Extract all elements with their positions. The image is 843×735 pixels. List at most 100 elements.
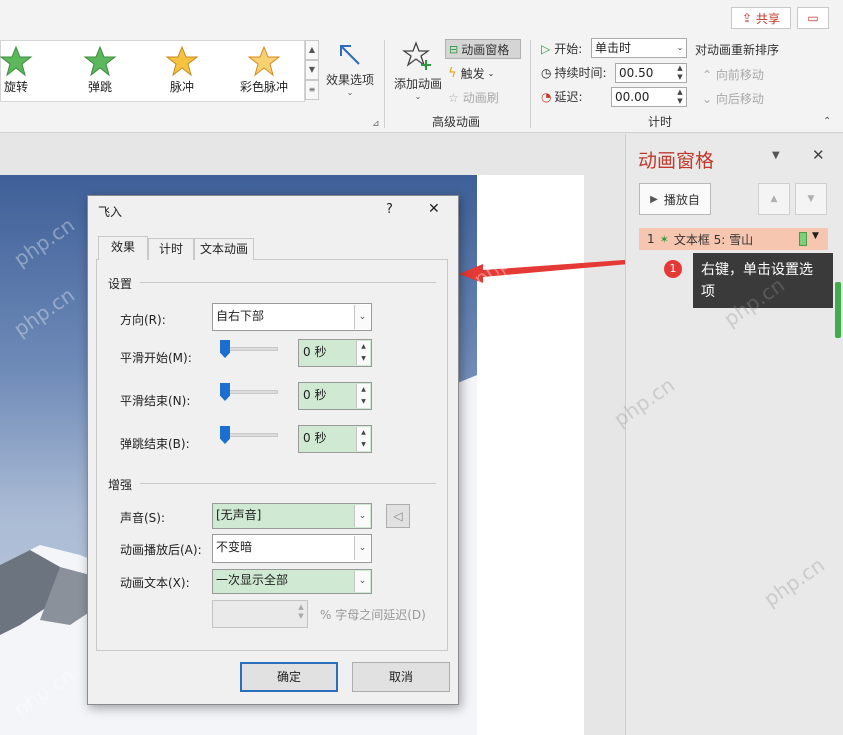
play-from-button[interactable]: ▶ 播放自: [639, 183, 711, 215]
bounce-end-label: 弹跳结束(B):: [120, 437, 190, 451]
group-label-timing: 计时: [648, 115, 673, 129]
chevron-up-icon: ⌃: [702, 68, 716, 82]
divider: [140, 483, 436, 484]
arrow-up-left-icon: [340, 45, 360, 65]
animation-pane-button[interactable]: ⊟ 动画窗格: [445, 39, 521, 59]
timeline-bar: [799, 232, 807, 246]
delay-row: ◔ 延迟:: [541, 89, 583, 105]
duration-input[interactable]: 00.50 ▲ ▼: [615, 63, 687, 83]
smooth-end-slider[interactable]: [222, 390, 278, 394]
chevron-down-icon: ⌄: [354, 505, 370, 527]
group-enhance: 增强: [108, 478, 133, 492]
after-animation-label: 动画播放后(A):: [120, 543, 202, 557]
animation-item[interactable]: 1 ✶ 文本框 5: 雪山 ▼: [639, 228, 828, 250]
group-label-advanced: 高级动画: [432, 115, 481, 129]
chevron-down-icon: ⌄: [354, 536, 370, 560]
smooth-end-input[interactable]: 0 秒 ▲ ▼: [298, 382, 372, 410]
divider: [384, 40, 385, 128]
trigger-button[interactable]: ϟ 触发 ⌄: [448, 65, 494, 82]
pane-options-icon[interactable]: ▼: [772, 150, 780, 161]
bounce-end-input[interactable]: 0 秒 ▲ ▼: [298, 425, 372, 453]
share-icon: ⇪: [741, 11, 753, 25]
gallery-item-pulse[interactable]: 脉冲: [151, 45, 213, 99]
spin-arrows-icon: ▲ ▼: [677, 64, 683, 81]
animation-pane-icon: ⊟: [449, 42, 459, 56]
gallery-scroll-down[interactable]: ▼: [305, 60, 319, 80]
gallery-item-color-pulse[interactable]: 彩色脉冲: [233, 45, 295, 99]
color-pulse-star-icon: [247, 45, 281, 77]
add-star-icon: [401, 41, 431, 70]
ok-button[interactable]: 确定: [240, 662, 338, 692]
play-triangle-icon: ▷: [541, 41, 551, 56]
effect-options-button[interactable]: 效果选项 ⌄: [324, 42, 376, 97]
group-settings: 设置: [108, 277, 133, 291]
animate-text-label: 动画文本(X):: [120, 576, 190, 590]
sound-label: 声音(S):: [120, 511, 166, 525]
scroll-indicator: [835, 282, 841, 338]
dialog-title: 飞入: [98, 205, 123, 219]
start-row: ▷ 开始:: [541, 41, 583, 57]
move-down-button[interactable]: ▼: [795, 183, 827, 215]
animation-painter-button[interactable]: ☆ 动画刷: [448, 89, 499, 106]
divider: [140, 282, 436, 283]
pane-close-icon[interactable]: ✕: [812, 146, 825, 164]
smooth-start-slider[interactable]: [222, 347, 278, 351]
spin-arrows-icon: ▲ ▼: [356, 427, 370, 451]
add-animation-button[interactable]: 添加动画 ⌄: [392, 40, 444, 101]
comments-button[interactable]: ▭: [797, 7, 829, 29]
reorder-title: 对动画重新排序: [695, 43, 780, 57]
dialog-launcher-icon[interactable]: ⊿: [372, 119, 380, 129]
chevron-down-icon: ⌄: [487, 69, 495, 78]
spin-arrows-icon: ▲ ▼: [356, 384, 370, 408]
spin-star-icon: [0, 45, 33, 77]
pulse-star-icon: [165, 45, 199, 77]
collapse-ribbon-icon[interactable]: ⌃: [823, 116, 831, 127]
tab-effect[interactable]: 效果: [98, 236, 148, 260]
move-earlier-button[interactable]: ⌃ 向前移动: [702, 66, 764, 83]
help-button[interactable]: ?: [386, 202, 393, 217]
item-dropdown-icon[interactable]: ▼: [812, 231, 819, 241]
after-animation-select[interactable]: 不变暗 ⌄: [212, 534, 372, 563]
move-up-button[interactable]: ▲: [758, 183, 790, 215]
fly-in-dialog: 飞入 ? ✕ 效果 计时 文本动画 设置 方向(R): 自右下部 ⌄ 平滑开始(M…: [87, 195, 459, 705]
sound-select[interactable]: [无声音] ⌄: [212, 503, 372, 529]
speaker-icon[interactable]: ◁: [386, 504, 410, 528]
fly-star-icon: ✶: [659, 232, 669, 246]
play-icon: ▶: [650, 193, 658, 205]
smooth-start-input[interactable]: 0 秒 ▲ ▼: [298, 339, 372, 367]
animate-text-select[interactable]: 一次显示全部 ⌄: [212, 569, 372, 594]
delay-input[interactable]: 00.00 ▲ ▼: [611, 87, 687, 107]
delay-clock-icon: ◔: [541, 89, 552, 104]
close-button[interactable]: ✕: [428, 201, 440, 217]
divider: [530, 40, 531, 128]
letter-delay-input[interactable]: ▲ ▼: [212, 600, 308, 628]
share-button[interactable]: ⇪ 共享: [731, 7, 791, 29]
letter-delay-label: % 字母之间延迟(D): [320, 608, 426, 622]
gallery-item-bounce[interactable]: 弹跳: [69, 45, 131, 99]
chevron-down-icon: ⌄: [346, 88, 354, 97]
animation-gallery: 旋转 弹跳 脉冲 彩色脉冲: [0, 40, 305, 102]
gallery-scroll-up[interactable]: ▲: [305, 40, 319, 60]
painter-star-icon: ☆: [448, 90, 459, 105]
move-later-button[interactable]: ⌄ 向后移动: [702, 90, 764, 107]
chevron-down-icon: ⌄: [354, 305, 370, 329]
lightning-icon: ϟ: [448, 66, 457, 81]
chevron-down-icon: ⌄: [702, 92, 716, 106]
start-select[interactable]: 单击时 ⌄: [591, 38, 687, 58]
gallery-item-spin[interactable]: 旋转: [0, 45, 47, 99]
tab-text-animation[interactable]: 文本动画: [194, 238, 254, 260]
direction-label: 方向(R):: [120, 313, 166, 327]
clock-icon: ◷: [541, 65, 552, 80]
bounce-end-slider[interactable]: [222, 433, 278, 437]
direction-select[interactable]: 自右下部 ⌄: [212, 303, 372, 331]
spin-arrows-icon: ▲ ▼: [356, 341, 370, 365]
chevron-down-icon: ⌄: [354, 571, 370, 592]
spin-arrows-icon: ▲ ▼: [677, 88, 683, 105]
gallery-more[interactable]: ≡: [305, 80, 319, 100]
chevron-down-icon: ⌄: [676, 43, 684, 52]
smooth-end-label: 平滑结束(N):: [120, 394, 191, 408]
animation-pane: [625, 134, 843, 735]
spin-arrows-icon: ▲ ▼: [298, 603, 304, 620]
cancel-button[interactable]: 取消: [352, 662, 450, 692]
tab-timing[interactable]: 计时: [148, 238, 194, 260]
